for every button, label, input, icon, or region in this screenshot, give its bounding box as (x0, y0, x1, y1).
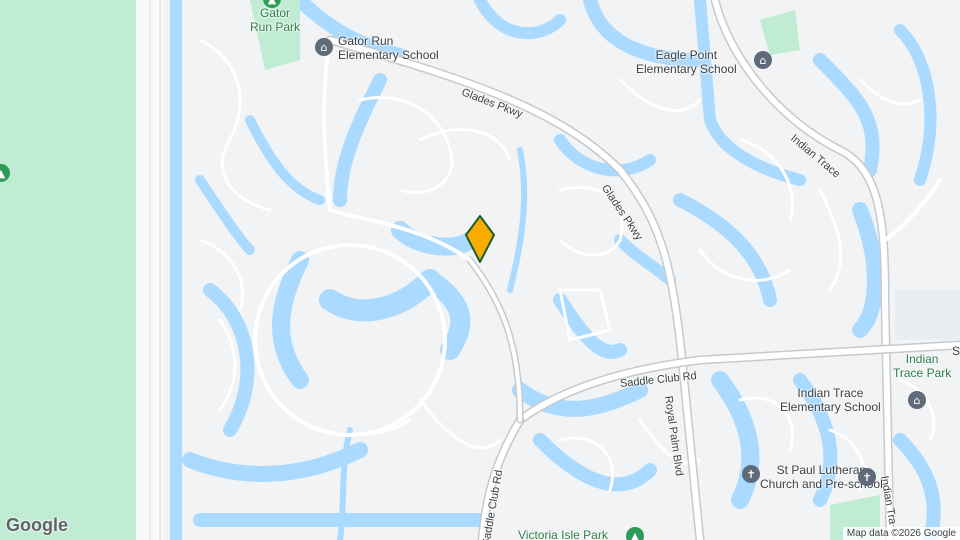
poi-label-indian-trace-school[interactable]: Indian Trace Elementary School (780, 386, 881, 414)
school-icon[interactable]: ⌂ (754, 51, 772, 69)
map-canvas[interactable]: ▲ Glades Pkwy Glades Pkwy Indian Trace I… (0, 0, 960, 540)
church-icon[interactable]: ✝ (858, 468, 876, 486)
poi-label-gator-run-school[interactable]: Gator Run Elementary School (338, 34, 439, 62)
poi-label-gator-run-park[interactable]: Gator Run Park (250, 6, 300, 34)
map-attribution[interactable]: Map data ©2026 Google (842, 527, 960, 540)
poi-label-partial: S (952, 344, 960, 358)
poi-label-victoria-isle-park[interactable]: Victoria Isle Park (518, 528, 608, 540)
google-logo: Google (6, 515, 68, 535)
poi-label-indian-trace-park[interactable]: Indian Trace Park (893, 352, 951, 380)
park-area (0, 0, 136, 540)
map-base (0, 0, 960, 540)
location-pin-icon[interactable] (463, 213, 497, 265)
school-icon[interactable]: ⌂ (315, 38, 333, 56)
poi-label-eagle-point-school[interactable]: Eagle Point Elementary School (636, 48, 737, 76)
school-icon[interactable]: ⌂ (908, 391, 926, 409)
church-icon[interactable]: ✝ (742, 465, 760, 483)
park-icon[interactable]: ▲ (626, 527, 644, 540)
